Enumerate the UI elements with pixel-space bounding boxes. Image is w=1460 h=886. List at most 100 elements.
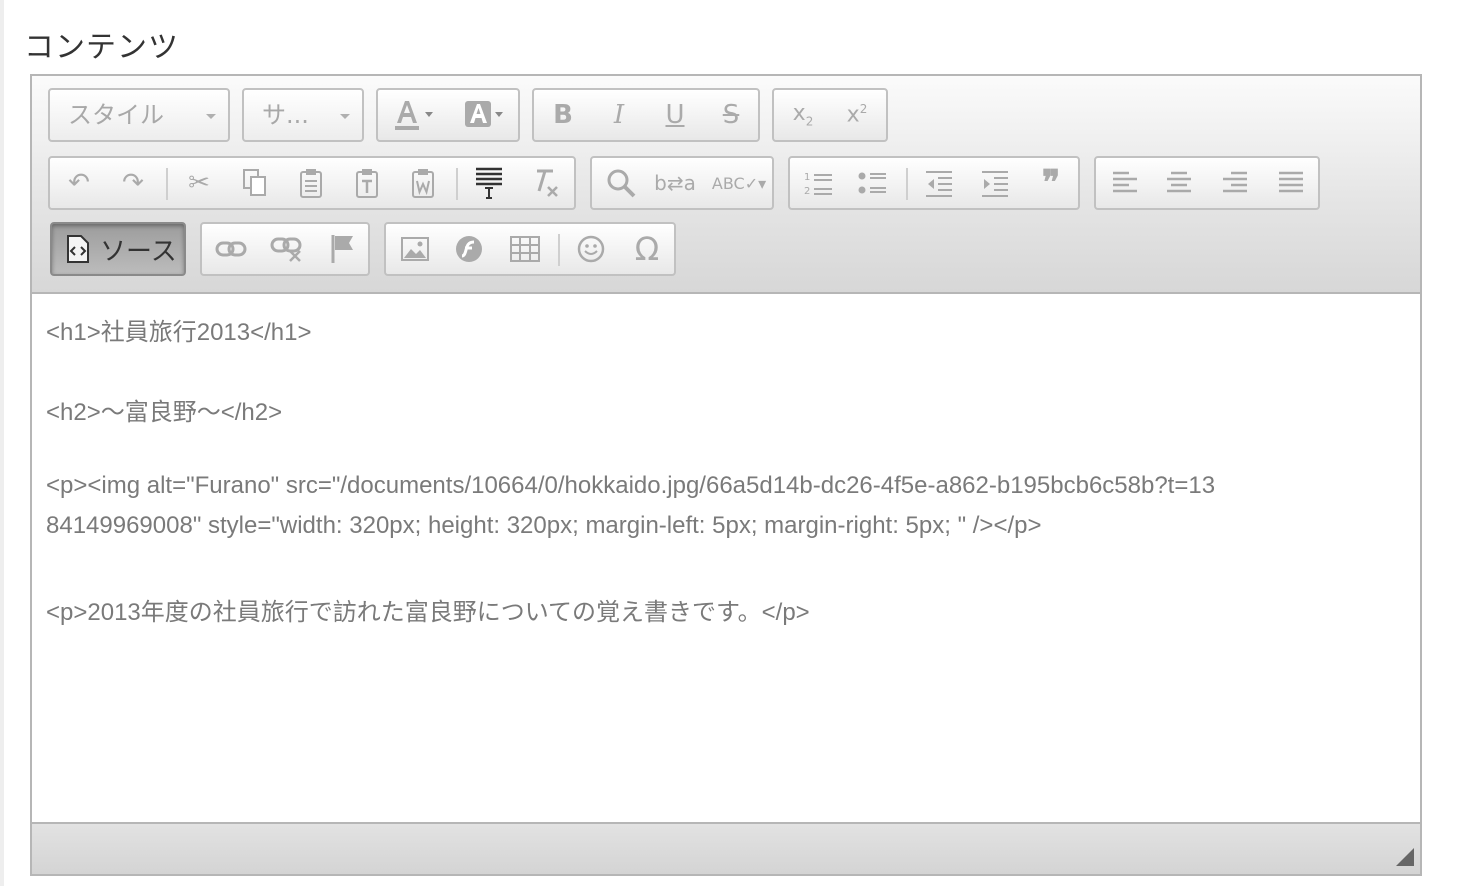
insert-group: Ω [384,222,676,276]
cut-button[interactable]: ✂ [174,162,224,204]
paste-text-button[interactable] [342,162,392,204]
source-line: <h1>社員旅行2013</h1> [46,319,312,346]
size-combo[interactable]: サ... [242,88,364,142]
omega-icon: Ω [634,230,660,268]
replace-button[interactable]: b⇄a [650,162,700,204]
justify-button[interactable] [1266,162,1316,204]
source-button[interactable]: ソース [50,222,186,276]
text-color-icon [395,101,433,130]
align-left-button[interactable] [1100,162,1150,204]
styles-combo-label: スタイル [68,101,164,129]
underline-button[interactable]: U [650,94,700,136]
left-border [0,0,4,886]
editor-bottom-bar [32,824,1420,874]
copy-icon [243,169,266,196]
superscript-icon: x2 [846,102,868,128]
styles-combo[interactable]: スタイル [48,88,230,142]
align-center-button[interactable] [1154,162,1204,204]
table-icon [510,236,540,262]
resize-handle-icon[interactable] [1396,848,1414,866]
paste-text-icon [356,169,378,198]
clipboard-icon [300,169,322,198]
separator [456,168,458,200]
color-group [376,88,520,142]
search-icon [607,169,636,198]
strike-button[interactable]: S [706,94,756,136]
source-line: <p>2013年度の社員旅行で訪れた富良野についての覚え書きです。</p> [46,599,810,626]
links-group [200,222,370,276]
undo-icon: ↶ [68,168,90,198]
bulleted-list-icon [858,172,886,194]
numbered-list-icon: 1 2 [804,172,832,197]
text-color-button[interactable] [382,94,446,136]
field-label: コンテンツ [24,30,179,65]
copy-button[interactable] [230,162,280,204]
spellcheck-icon: ABC✓▾ [711,173,767,193]
paste-word-button[interactable] [398,162,448,204]
paragraph-group: 1 2 ❞ [788,156,1080,210]
editor-toolbar: スタイル サ... B I U S x2 x2 ↶ ↷ ✂ b⇄a ABC✓▾ … [32,76,1420,294]
undo-button[interactable]: ↶ [54,162,104,204]
outdent-button[interactable] [914,162,964,204]
editing-group: b⇄a ABC✓▾ [590,156,774,210]
superscript-button[interactable]: x2 [832,94,882,136]
find-button[interactable] [596,162,646,204]
chevron-down-icon [206,114,216,119]
bulleted-list-button[interactable] [848,162,898,204]
unlink-icon [270,237,302,262]
script-group: x2 x2 [772,88,888,142]
subscript-icon: x2 [792,101,814,129]
underline-icon: U [665,100,685,130]
chevron-down-icon [340,114,350,119]
source-format-button[interactable] [464,162,514,204]
size-combo-label: サ... [262,101,309,129]
clipboard-group: ↶ ↷ ✂ [48,156,576,210]
quote-icon: ❞ [1041,163,1061,203]
remove-format-icon [537,169,558,197]
redo-icon: ↷ [122,168,144,198]
italic-button[interactable]: I [594,94,644,136]
indent-button[interactable] [970,162,1020,204]
outdent-icon [926,171,952,197]
text-block-icon [476,167,502,199]
separator [166,168,168,200]
align-group [1094,156,1320,210]
paste-button[interactable] [286,162,336,204]
scissors-icon: ✂ [188,168,210,198]
flash-button[interactable] [444,228,494,270]
special-char-button[interactable]: Ω [622,228,672,270]
background-color-icon [465,101,503,127]
paste-word-icon [412,169,434,198]
smiley-button[interactable] [566,228,616,270]
unlink-button[interactable] [262,228,312,270]
anchor-button[interactable] [318,228,368,270]
spellcheck-button[interactable]: ABC✓▾ [708,162,770,204]
source-textarea[interactable]: <h1>社員旅行2013</h1> <h2>〜富良野〜</h2> <p><img… [32,294,1420,824]
smiley-icon [577,235,605,263]
replace-icon: b⇄a [654,171,696,195]
source-button-label: ソース [100,236,177,267]
indent-icon [982,171,1008,197]
image-button[interactable] [390,228,440,270]
background-color-button[interactable] [452,94,516,136]
source-line: <p><img alt="Furano" src="/documents/106… [46,472,1216,499]
separator [558,234,560,266]
redo-button[interactable]: ↷ [108,162,158,204]
subscript-button[interactable]: x2 [778,94,828,136]
image-icon [401,237,429,261]
link-button[interactable] [206,228,256,270]
svg-text:1: 1 [804,172,810,183]
remove-format-button[interactable] [520,162,570,204]
bold-button[interactable]: B [538,94,588,136]
align-right-button[interactable] [1210,162,1260,204]
table-button[interactable] [500,228,550,270]
source-line: <h2>〜富良野〜</h2> [46,399,283,426]
bold-icon: B [553,100,573,130]
align-center-icon [1167,171,1191,193]
numbered-list-button[interactable]: 1 2 [794,162,844,204]
italic-icon: I [613,100,625,130]
strikethrough-icon: S [722,100,740,130]
align-right-icon [1223,171,1247,193]
blockquote-button[interactable]: ❞ [1026,162,1076,204]
link-icon [215,241,247,257]
